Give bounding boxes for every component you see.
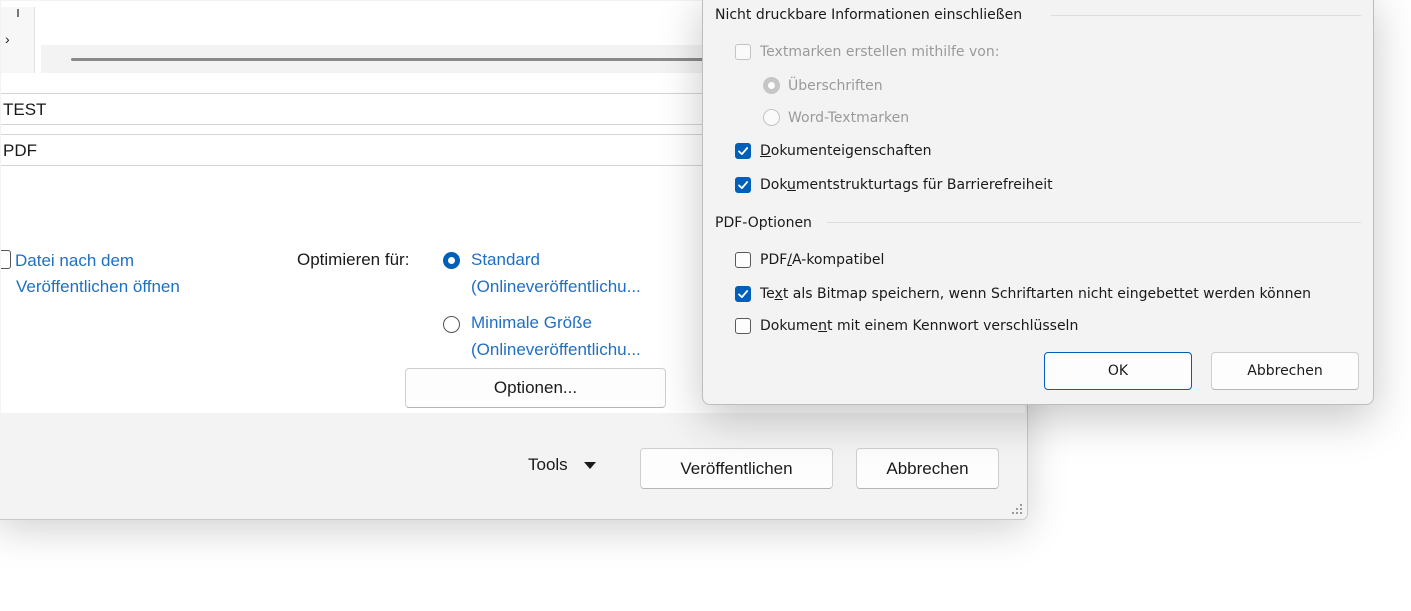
headings-radio[interactable] bbox=[763, 77, 780, 94]
cancel-button[interactable]: Abbrechen bbox=[856, 448, 999, 489]
word-bookmarks-label: Word-Textmarken bbox=[788, 109, 910, 126]
checkmark-icon bbox=[738, 181, 749, 189]
pdfa-checkbox[interactable] bbox=[735, 252, 751, 268]
pdf-options-dialog: Nicht druckbare Informationen einschließ… bbox=[702, 0, 1374, 405]
group-divider bbox=[1051, 15, 1361, 16]
group-divider bbox=[827, 222, 1361, 223]
resize-grip-icon[interactable] bbox=[1011, 503, 1023, 515]
preview-scroll-track bbox=[71, 58, 751, 61]
encrypt-row[interactable]: Dokument mit einem Kennwort verschlüssel… bbox=[735, 318, 1078, 334]
nonprint-group-label: Nicht druckbare Informationen einschließ… bbox=[715, 7, 1023, 23]
optimize-minimal-sublabel[interactable]: (Onlineveröffentlichu... bbox=[471, 340, 641, 360]
optimize-minimal-radio[interactable] bbox=[443, 316, 460, 333]
optimize-for-label: Optimieren für: bbox=[297, 250, 410, 269]
headings-label: Überschriften bbox=[788, 77, 883, 94]
bookmarks-checkbox[interactable] bbox=[735, 44, 751, 60]
preview-scrollbar[interactable] bbox=[41, 45, 751, 73]
open-after-publish-checkbox[interactable]: Datei nach dem Veröffentlichen öffnen bbox=[1, 248, 180, 296]
optimize-standard-sublabel[interactable]: (Onlineveröffentlichu... bbox=[471, 277, 641, 297]
bitmap-text-label: Text als Bitmap speichern, wenn Schrifta… bbox=[760, 286, 1311, 302]
options-cancel-button[interactable]: Abbrechen bbox=[1211, 352, 1359, 390]
structure-tags-row[interactable]: Dokumentstrukturtags für Barrierefreihei… bbox=[735, 177, 1053, 193]
pdf-options-group-label: PDF-Optionen bbox=[715, 215, 812, 231]
pdfa-row[interactable]: PDF/A-kompatibel bbox=[735, 252, 884, 268]
open-after-label-line2: Veröffentlichen öffnen bbox=[16, 277, 180, 296]
doc-properties-checkbox[interactable] bbox=[735, 143, 751, 159]
structure-tags-checkbox[interactable] bbox=[735, 177, 751, 193]
checkmark-icon bbox=[738, 290, 749, 298]
open-after-label-line1: Datei nach dem bbox=[15, 251, 135, 270]
open-after-checkbox-box[interactable] bbox=[1, 250, 11, 269]
dropdown-caret-icon[interactable] bbox=[583, 461, 596, 469]
optimize-standard-label[interactable]: Standard bbox=[471, 250, 540, 270]
doc-properties-label: Dokumenteigenschaften bbox=[760, 143, 932, 159]
file-type-select[interactable]: PDF bbox=[1, 134, 741, 166]
preview-arrow-icon: › bbox=[5, 31, 10, 47]
word-bookmarks-radio[interactable] bbox=[763, 109, 780, 126]
publish-button[interactable]: Veröffentlichen bbox=[640, 448, 833, 489]
pdfa-label: PDF/A-kompatibel bbox=[760, 252, 885, 268]
bitmap-text-checkbox[interactable] bbox=[735, 286, 751, 302]
tools-menu[interactable]: Tools bbox=[528, 455, 596, 475]
bookmarks-label: Textmarken erstellen mithilfe von: bbox=[760, 44, 1000, 60]
preview-thumbnail: › bbox=[1, 7, 35, 73]
options-button[interactable]: Optionen... bbox=[405, 368, 666, 408]
optimize-minimal-label[interactable]: Minimale Größe bbox=[471, 313, 592, 333]
doc-properties-row[interactable]: Dokumenteigenschaften bbox=[735, 143, 932, 159]
bookmarks-checkbox-row[interactable]: Textmarken erstellen mithilfe von: bbox=[735, 44, 999, 60]
file-name-input[interactable]: TEST bbox=[1, 93, 741, 125]
optimize-standard-radio[interactable] bbox=[443, 252, 460, 269]
bitmap-text-row[interactable]: Text als Bitmap speichern, wenn Schrifta… bbox=[735, 286, 1311, 302]
tools-label[interactable]: Tools bbox=[528, 455, 568, 475]
bookmark-word-row[interactable]: Word-Textmarken bbox=[763, 109, 909, 126]
checkmark-icon bbox=[738, 147, 749, 155]
encrypt-label: Dokument mit einem Kennwort verschlüssel… bbox=[760, 318, 1079, 334]
encrypt-checkbox[interactable] bbox=[735, 318, 751, 334]
structure-tags-label: Dokumentstrukturtags für Barrierefreihei… bbox=[760, 177, 1053, 193]
bookmark-headings-row[interactable]: Überschriften bbox=[763, 77, 883, 94]
ok-button[interactable]: OK bbox=[1044, 352, 1192, 390]
preview-mark bbox=[17, 9, 19, 17]
